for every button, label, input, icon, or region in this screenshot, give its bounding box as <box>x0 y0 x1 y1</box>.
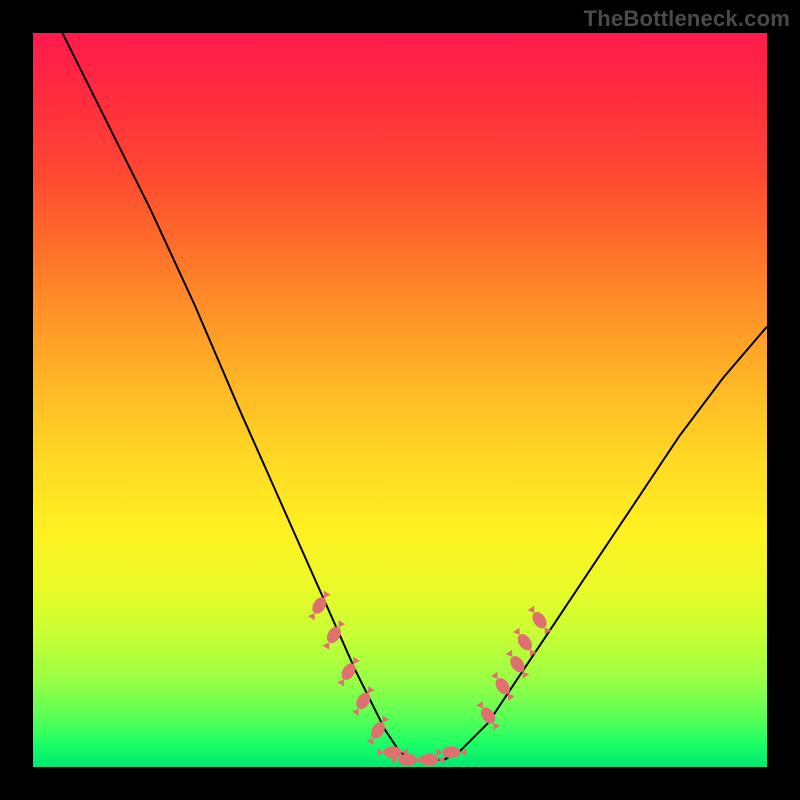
outer-frame: TheBottleneck.com <box>0 0 800 800</box>
watermark-text: TheBottleneck.com <box>584 6 790 32</box>
curve-marker <box>336 656 362 688</box>
curve-marker <box>526 604 553 635</box>
chart-overlay <box>33 33 767 767</box>
marker-group <box>306 590 553 766</box>
curve-marker <box>365 714 391 746</box>
curve-marker <box>350 685 376 717</box>
curve-marker <box>475 700 502 731</box>
curve-marker <box>511 626 538 657</box>
curve-marker <box>306 590 332 622</box>
curve-marker <box>414 754 444 766</box>
bottleneck-curve <box>62 33 767 760</box>
